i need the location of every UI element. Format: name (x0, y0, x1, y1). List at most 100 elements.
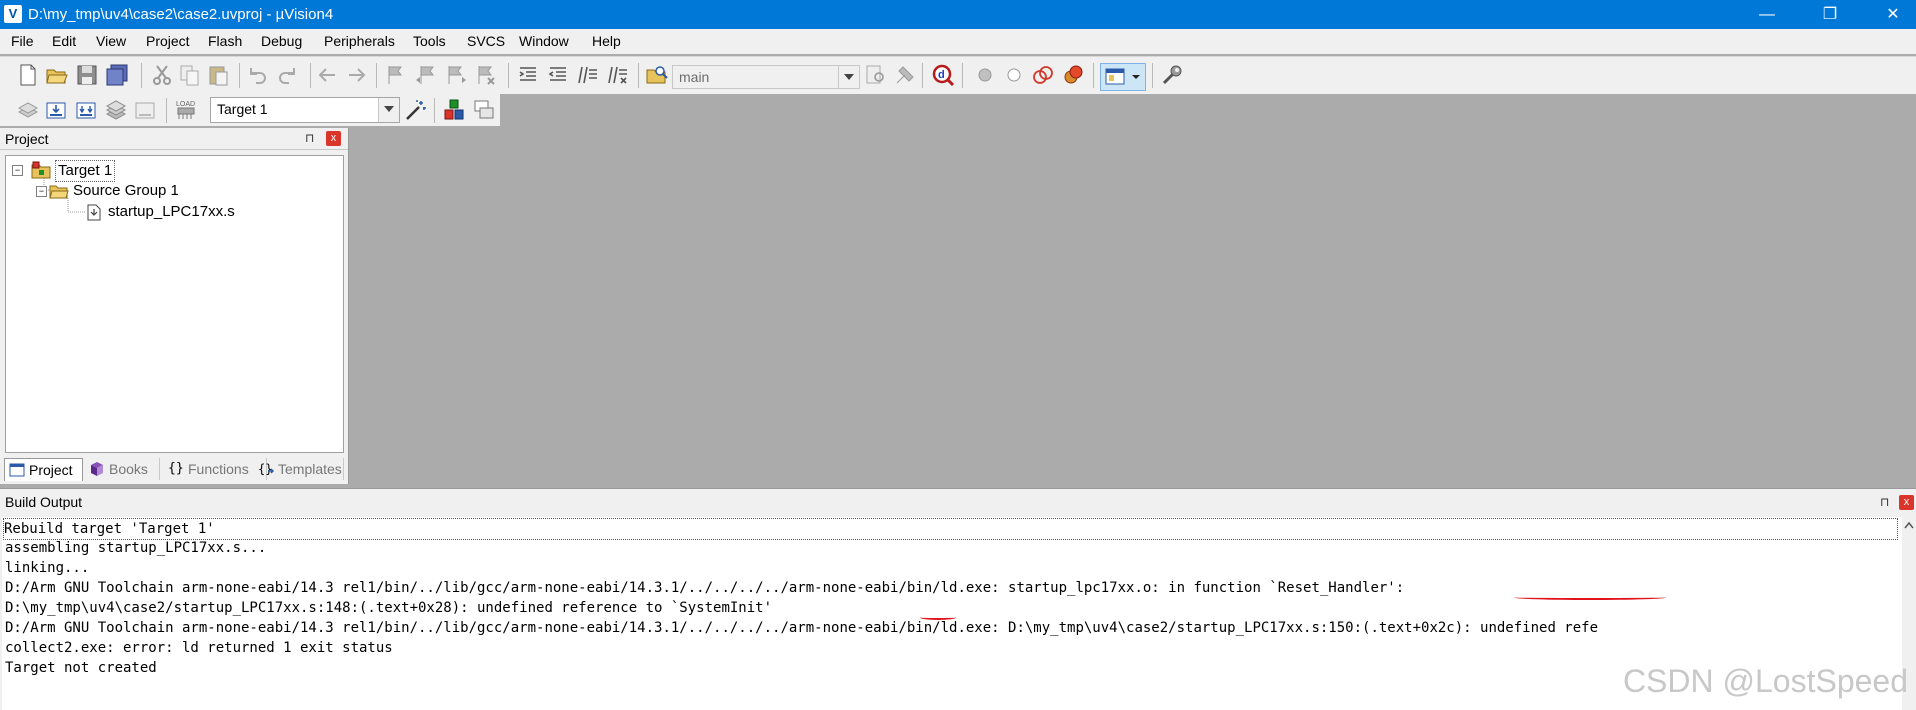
tree-label-target: Target 1 (55, 160, 116, 182)
configure-wrench-icon[interactable] (1160, 63, 1184, 87)
insert-breakpoint-icon[interactable] (973, 63, 997, 87)
window-layout-dropdown[interactable] (1100, 63, 1146, 91)
manage-multi-project-icon[interactable] (472, 98, 496, 122)
uvision-app-icon[interactable]: V (4, 5, 22, 23)
target-options-wand-icon[interactable] (404, 98, 428, 122)
tab-functions[interactable]: {} Functions (164, 458, 267, 480)
build-output-text[interactable]: Rebuild target 'Target 1' assembling sta… (2, 517, 1902, 710)
project-panel-tabs: Project Books {} Functions {} Templates (4, 458, 344, 482)
toolbar-separator (141, 63, 142, 88)
batch-build-icon[interactable] (104, 98, 128, 122)
menu-bar: File Edit View Project Flash Debug Perip… (0, 29, 1916, 54)
build-target-icon[interactable] (44, 98, 68, 122)
pin-icon[interactable]: ⊓ (305, 131, 314, 145)
translate-file-icon[interactable] (16, 98, 40, 122)
close-panel-button[interactable]: x (1899, 495, 1914, 510)
bookmark-clear-icon[interactable] (474, 63, 498, 87)
tab-functions-label: Functions (188, 461, 249, 477)
cut-icon[interactable] (150, 63, 174, 87)
rebuild-all-icon[interactable] (74, 98, 98, 122)
toolbar-separator (922, 63, 923, 88)
maximize-button[interactable]: ❐ (1807, 0, 1853, 29)
build-output-header: Build Output ⊓ x (0, 488, 1916, 515)
editor-area[interactable] (350, 128, 1916, 484)
menu-window[interactable]: Window (519, 33, 569, 49)
toolbar-separator (434, 98, 435, 123)
stop-build-icon[interactable] (133, 98, 157, 122)
output-line: assembling startup_LPC17xx.s... (5, 540, 267, 556)
disable-all-breakpoints-icon[interactable] (1031, 63, 1055, 87)
tab-project[interactable]: Project (4, 458, 83, 481)
debug-session-icon[interactable]: d (931, 63, 955, 87)
copy-icon[interactable] (178, 63, 202, 87)
tab-books-label: Books (109, 461, 148, 477)
manage-components-icon[interactable] (442, 98, 466, 122)
output-line: D:/Arm GNU Toolchain arm-none-eabi/14.3 … (5, 620, 1599, 636)
toolbar-separator (962, 63, 963, 88)
unindent-icon[interactable] (546, 63, 570, 87)
download-load-icon[interactable]: LOAD (174, 98, 198, 122)
menu-tools[interactable]: Tools (413, 33, 446, 49)
close-window-button[interactable]: ✕ (1870, 0, 1916, 29)
save-all-icon[interactable] (105, 63, 129, 87)
bookmark-next-icon[interactable] (444, 63, 468, 87)
bookmark-previous-icon[interactable] (414, 63, 438, 87)
tree-label-file: startup_LPC17xx.s (108, 203, 235, 220)
red-underline-annotation (920, 615, 956, 620)
paste-icon[interactable] (206, 63, 230, 87)
menu-peripherals[interactable]: Peripherals (324, 33, 395, 49)
bookmark-toggle-icon[interactable] (384, 63, 408, 87)
incremental-find-icon[interactable] (893, 63, 917, 87)
menu-file[interactable]: File (11, 33, 34, 49)
output-line: linking... (5, 560, 90, 576)
redo-icon[interactable] (276, 63, 300, 87)
new-file-icon[interactable] (16, 63, 40, 87)
pin-icon[interactable]: ⊓ (1880, 495, 1889, 509)
undo-icon[interactable] (245, 63, 269, 87)
menu-flash[interactable]: Flash (208, 33, 242, 49)
menu-view[interactable]: View (96, 33, 126, 49)
chevron-down-icon[interactable] (838, 66, 859, 88)
find-combo-value: main (679, 69, 710, 85)
title-bar[interactable]: V D:\my_tmp\uv4\case2\case2.uvproj - µVi… (0, 0, 1916, 29)
collapse-icon[interactable]: − (36, 186, 47, 197)
menu-project[interactable]: Project (146, 33, 190, 49)
tab-books[interactable]: Books (85, 458, 160, 480)
find-in-files-icon[interactable] (645, 63, 669, 87)
tab-templates[interactable]: {} Templates (254, 458, 344, 480)
toolbar-separator (239, 63, 240, 88)
project-tab-icon (9, 463, 25, 477)
navigate-back-icon[interactable] (315, 63, 339, 87)
file-toolbar: main d (0, 56, 1916, 94)
find-combo[interactable]: main (672, 65, 860, 89)
uncomment-selection-icon[interactable] (606, 63, 630, 87)
templates-icon: {} (258, 462, 274, 476)
save-icon[interactable] (75, 63, 99, 87)
asm-file-icon (87, 204, 101, 221)
menu-svcs[interactable]: SVCS (467, 33, 505, 49)
output-line: D:/Arm GNU Toolchain arm-none-eabi/14.3 … (5, 580, 1405, 596)
books-icon (91, 462, 103, 476)
find-icon[interactable] (864, 63, 888, 87)
toolbar-separator (638, 63, 639, 88)
toolbar-separator (1093, 63, 1094, 88)
comment-selection-icon[interactable] (576, 63, 600, 87)
close-panel-button[interactable]: x (326, 131, 341, 146)
enable-breakpoint-icon[interactable] (1002, 63, 1026, 87)
target-folder-icon (31, 161, 51, 179)
menu-debug[interactable]: Debug (261, 33, 302, 49)
menu-edit[interactable]: Edit (52, 33, 76, 49)
navigate-forward-icon[interactable] (345, 63, 369, 87)
collapse-icon[interactable]: − (12, 165, 23, 176)
chevron-down-icon[interactable] (378, 98, 399, 122)
target-select[interactable]: Target 1 (210, 97, 400, 123)
indent-icon[interactable] (516, 63, 540, 87)
minimize-button[interactable]: — (1744, 0, 1790, 29)
menu-help[interactable]: Help (592, 33, 621, 49)
scroll-up-icon[interactable] (1903, 520, 1915, 530)
open-folder-icon[interactable] (45, 63, 69, 87)
kill-all-breakpoints-icon[interactable] (1061, 63, 1085, 87)
build-output-panel: Build Output ⊓ x Rebuild target 'Target … (0, 488, 1916, 710)
csdn-watermark: CSDN @LostSpeed (1622, 663, 1908, 699)
toolbar-separator (310, 63, 311, 88)
